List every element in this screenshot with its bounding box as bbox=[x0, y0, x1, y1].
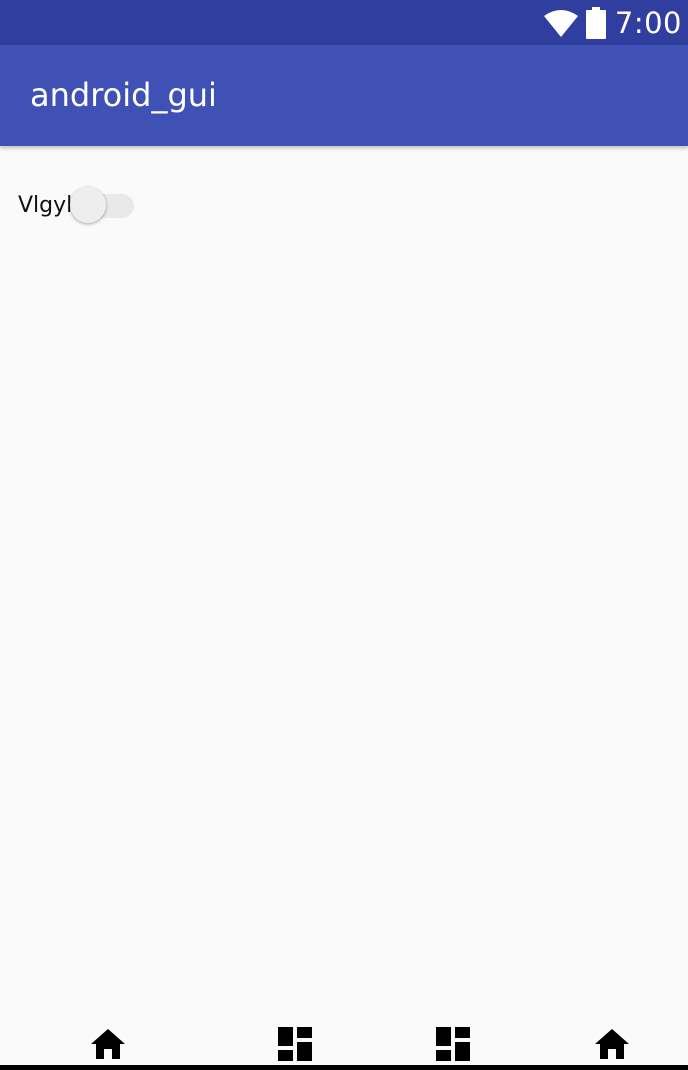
wifi-icon bbox=[543, 9, 578, 37]
nav-item-home-1[interactable] bbox=[88, 1026, 128, 1062]
nav-item-dashboard-1[interactable] bbox=[275, 1026, 315, 1062]
bottom-divider bbox=[0, 1065, 688, 1070]
toggle-switch[interactable] bbox=[70, 186, 136, 226]
status-time: 7:00 bbox=[614, 5, 682, 40]
app-title: android_gui bbox=[30, 76, 217, 114]
status-icons: 7:00 bbox=[543, 0, 682, 45]
app-bar: android_gui bbox=[0, 45, 688, 146]
switch-thumb[interactable] bbox=[70, 187, 107, 223]
dashboard-icon bbox=[278, 1027, 312, 1061]
home-icon bbox=[91, 1029, 125, 1059]
nav-item-home-2[interactable] bbox=[592, 1026, 632, 1062]
home-icon bbox=[595, 1029, 629, 1059]
switch-row[interactable]: Vlgyl bbox=[18, 186, 136, 226]
switch-label: Vlgyl bbox=[18, 193, 73, 218]
battery-icon bbox=[585, 6, 606, 39]
status-bar: 7:00 bbox=[0, 0, 688, 45]
screen: 7:00 android_gui Vlgyl bbox=[0, 0, 688, 1070]
bottom-navigation bbox=[0, 1022, 688, 1066]
dashboard-icon bbox=[436, 1027, 470, 1061]
nav-item-dashboard-2[interactable] bbox=[433, 1026, 473, 1062]
